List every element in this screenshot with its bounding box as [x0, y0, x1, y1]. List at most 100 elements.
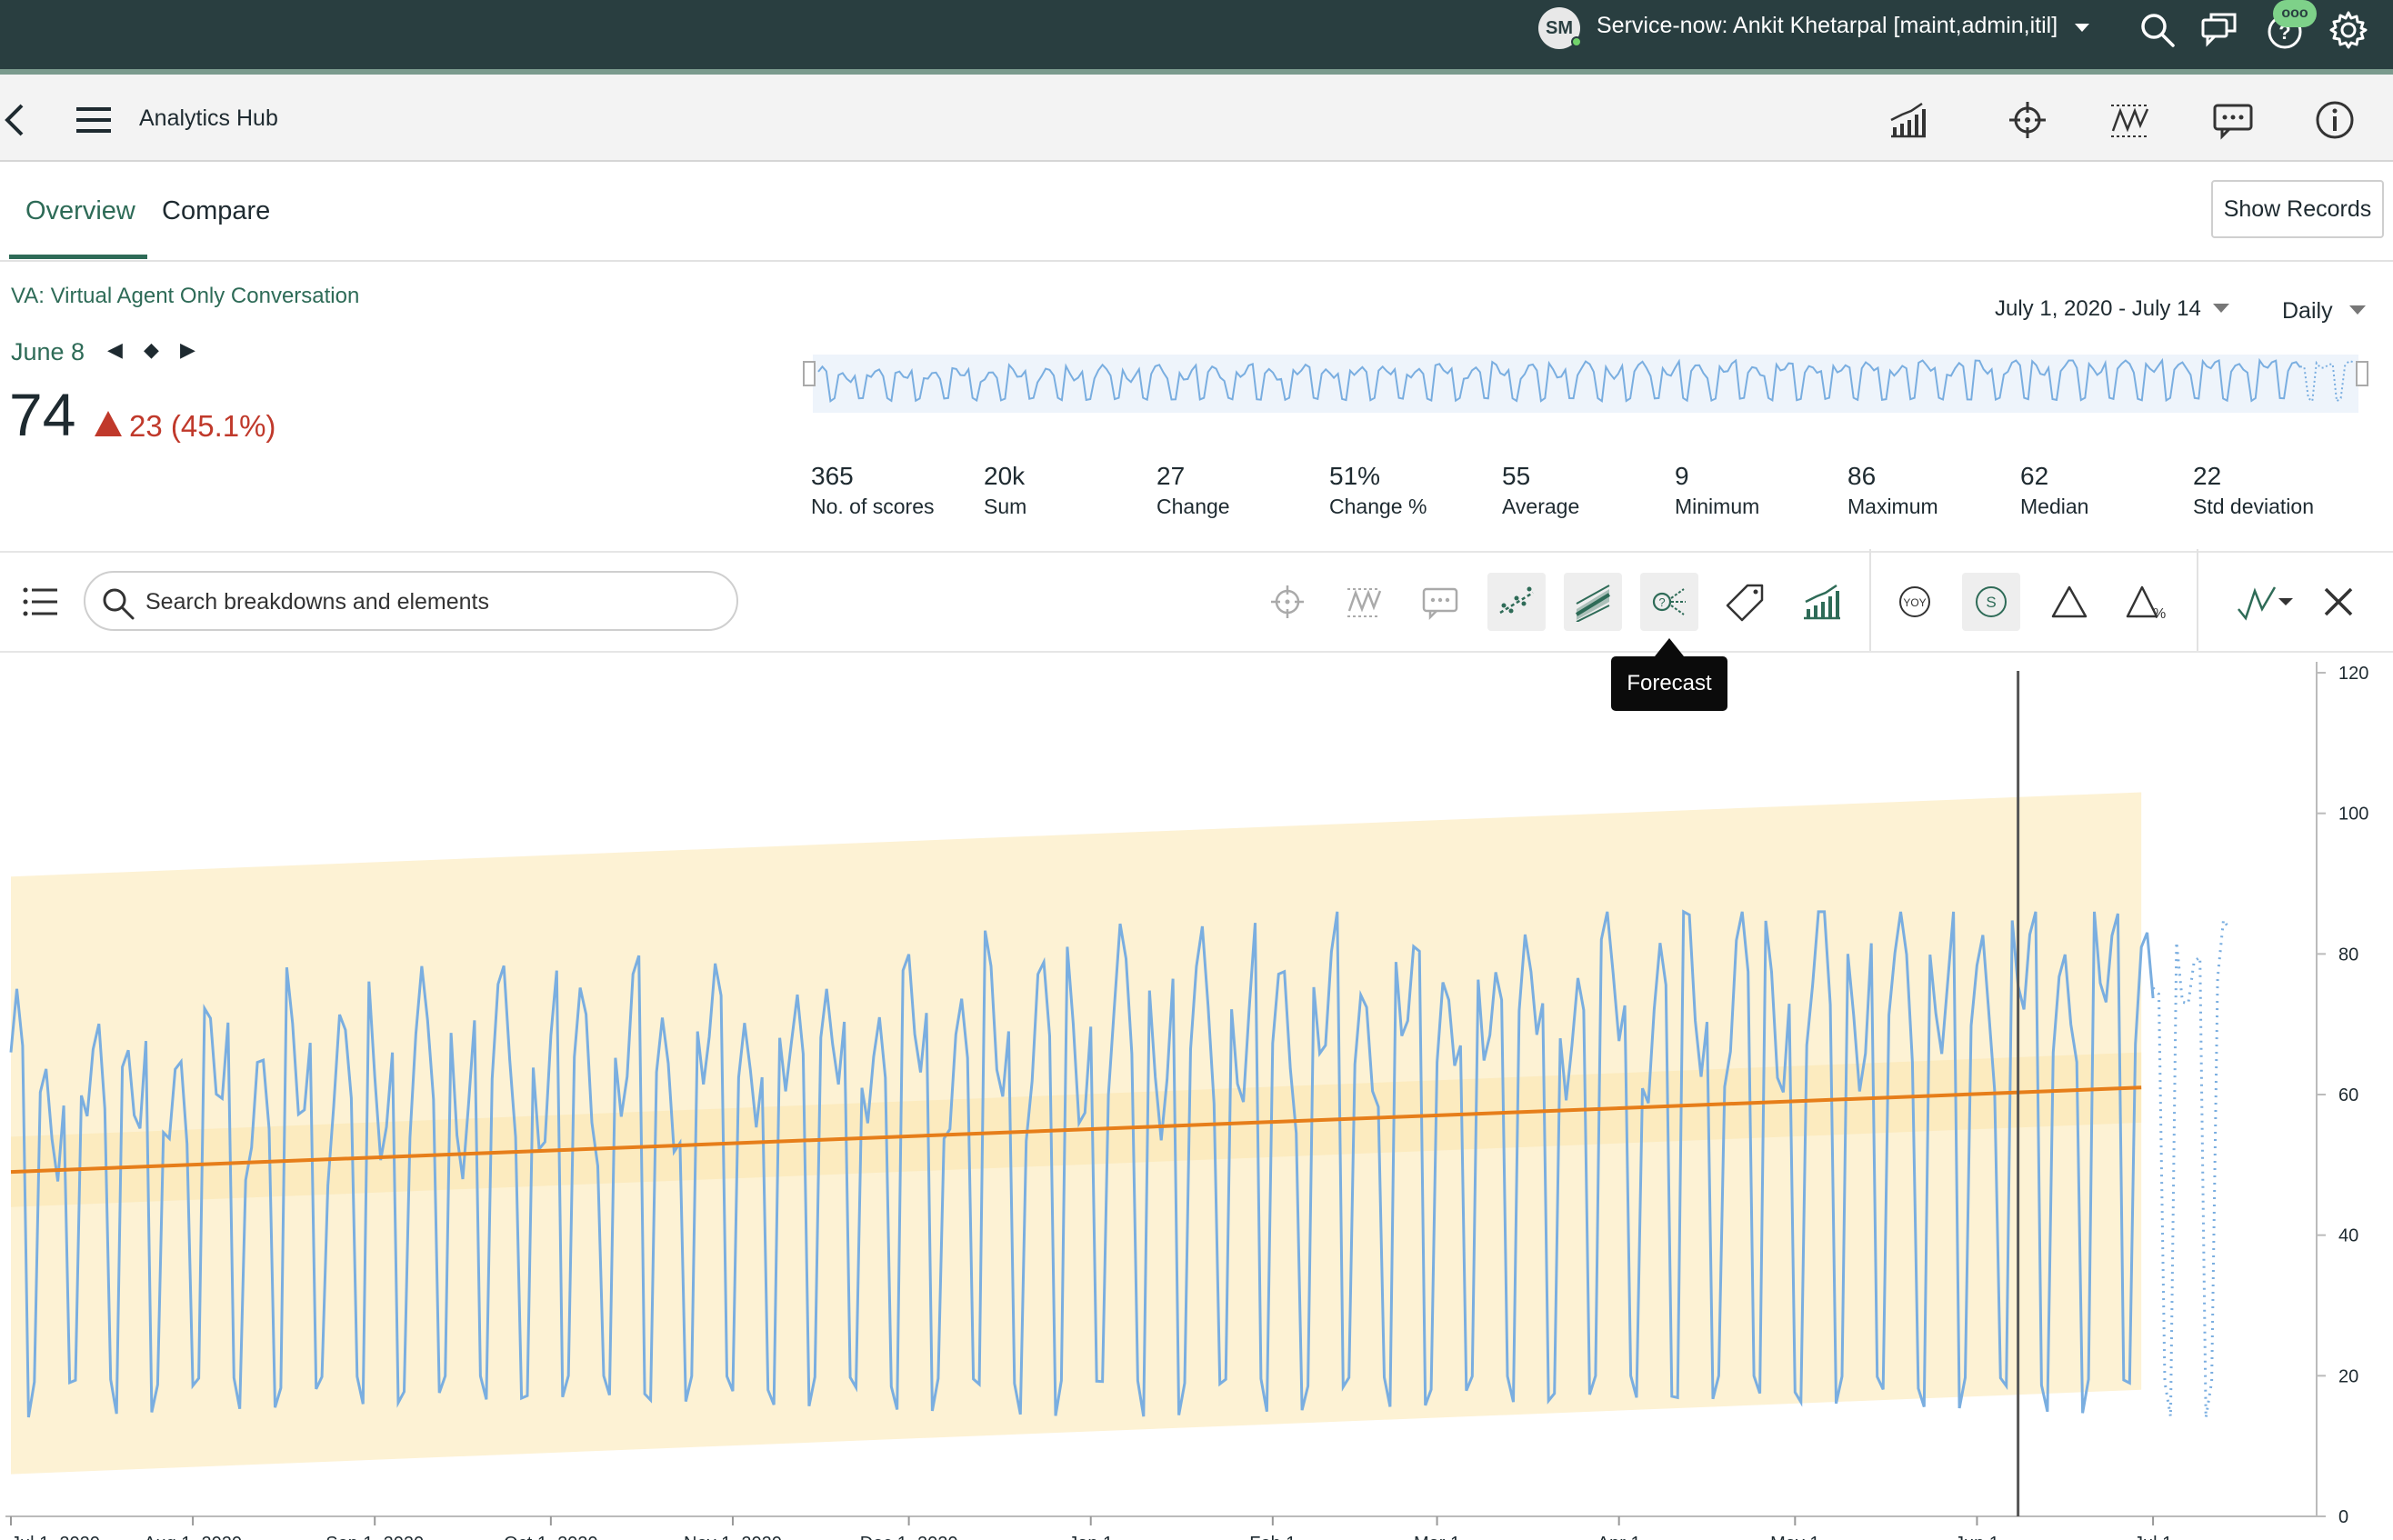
user-menu-label[interactable]: Service-now: Ankit Khetarpal [maint,admi… [1597, 13, 2058, 39]
dollar-icon: S [1976, 586, 2007, 617]
stat-label: Maximum [1847, 495, 1938, 518]
delta-percent-icon: % [2126, 585, 2166, 622]
range-handle-left[interactable] [803, 361, 816, 386]
spark-background [813, 355, 2358, 413]
chat-icon[interactable] [2198, 9, 2240, 51]
chart-type-icon [2238, 586, 2277, 621]
previous-date-arrow[interactable]: ◀ [107, 338, 123, 362]
trend-line-icon [1347, 588, 1382, 617]
stat-label: Change % [1329, 495, 1427, 518]
frequency-select[interactable]: Daily [2282, 298, 2333, 325]
divider [0, 260, 2393, 262]
toolbar-divider [2197, 549, 2198, 651]
show-records-button[interactable]: Show Records [2211, 180, 2384, 238]
delta-tool[interactable] [2040, 573, 2098, 631]
main-chart[interactable]: 0 20 40 60 80 100 120 Jul 1, 2020 Aug 1, 2020 Se… [0, 653, 2393, 1540]
tab-overview[interactable]: Overview [25, 196, 135, 226]
tab-compare[interactable]: Compare [162, 196, 270, 226]
back-icon[interactable] [0, 98, 27, 142]
x-tick-label: Mar 1 [1414, 1534, 1460, 1540]
indicator-name: VA: Virtual Agent Only Conversation [11, 284, 360, 308]
target-tool[interactable] [1258, 573, 1317, 631]
next-date-arrow[interactable]: ▶ [180, 338, 195, 362]
y-tick-label: 60 [2338, 1085, 2358, 1105]
y-tick-label: 20 [2338, 1366, 2358, 1386]
page-title: Analytics Hub [139, 105, 278, 131]
x-tick-label: Jul 1, 2020 [11, 1534, 100, 1540]
delta-percent-tool[interactable]: % [2117, 573, 2175, 631]
tag-icon [1726, 584, 1764, 622]
range-handle-right[interactable] [2356, 361, 2368, 386]
tag-tool[interactable] [1717, 573, 1775, 631]
score-change: 23 (45.1%) [129, 409, 276, 443]
x-tick-label: Oct 1, 2020 [504, 1534, 597, 1540]
stat-std-deviation: 22 Std deviation [2193, 462, 2314, 519]
y-tick-label: 100 [2338, 805, 2368, 825]
stat-value: 62 [2020, 462, 2049, 490]
divider [0, 551, 2393, 553]
stat-label: Change [1156, 495, 1230, 518]
sparkline-range-selector[interactable] [800, 345, 2371, 418]
forecast-tooltip: Forecast [1611, 656, 1727, 711]
list-icon[interactable] [20, 582, 60, 622]
stat-value: 86 [1847, 462, 1877, 490]
y-tick-label: 80 [2338, 945, 2358, 965]
notification-badge[interactable]: ooo [2273, 0, 2317, 27]
stat-label: Average [1502, 495, 1580, 518]
stat-value: 55 [1502, 462, 1531, 490]
stat-maximum: 86 Maximum [1847, 462, 1938, 519]
current-date-diamond[interactable]: ◆ [144, 338, 159, 362]
gear-icon[interactable] [2328, 9, 2369, 51]
stat-change-percent: 51% Change % [1329, 462, 1427, 519]
active-tab-indicator [9, 255, 147, 259]
chevron-down-icon[interactable] [2213, 304, 2229, 313]
y-tick-label: 0 [2338, 1507, 2348, 1527]
target-icon[interactable] [2006, 98, 2049, 142]
stat-minimum: 9 Minimum [1675, 462, 1759, 519]
chevron-down-icon[interactable] [2075, 24, 2089, 32]
chart-type-select[interactable] [2224, 573, 2308, 631]
scatter-trend-icon [1499, 586, 1534, 615]
toolbar-divider [1869, 549, 1871, 651]
comment-icon[interactable] [2211, 98, 2255, 142]
bar-chart-icon [1804, 584, 1840, 620]
stat-label: No. of scores [811, 495, 935, 518]
comment-tool[interactable] [1411, 573, 1469, 631]
x-tick-label: May 1 [1770, 1534, 1819, 1540]
chevron-down-icon[interactable] [2349, 305, 2366, 315]
trend-line-tool[interactable] [1335, 573, 1393, 631]
stat-value: 22 [2193, 462, 2222, 490]
score-value: 74 [9, 381, 76, 448]
stat-no-of-scores: 365 No. of scores [811, 462, 935, 519]
stat-label: Std deviation [2193, 495, 2314, 518]
yoy-icon: YOY [1899, 586, 1930, 617]
search-input[interactable] [145, 585, 709, 618]
menu-icon[interactable] [75, 102, 115, 138]
search-icon [103, 588, 135, 620]
search-icon[interactable] [2137, 9, 2178, 51]
yoy-tool[interactable]: YOY [1886, 573, 1944, 631]
date-range-select[interactable]: July 1, 2020 - July 14 [1995, 296, 2201, 322]
stat-average: 55 Average [1502, 462, 1579, 519]
close-icon [2324, 587, 2353, 616]
up-triangle-icon [95, 411, 122, 436]
tooltip-arrow [1655, 638, 1684, 656]
stat-value: 27 [1156, 462, 1186, 490]
bar-chart-tool[interactable] [1793, 573, 1851, 631]
scatter-trend-tool[interactable] [1487, 573, 1546, 631]
stat-sum: 20k Sum [984, 462, 1026, 519]
forecast-tool[interactable]: ? [1640, 573, 1698, 631]
stat-median: 62 Median [2020, 462, 2088, 519]
dollar-tool[interactable]: S [1962, 573, 2020, 631]
x-tick-label: Jan 1 [1068, 1534, 1113, 1540]
x-axis: Jul 1, 2020 Aug 1, 2020 Sep 1, 2020 Oct 1, … [5, 1515, 2317, 1540]
info-icon[interactable] [2313, 98, 2357, 142]
close-button[interactable] [2309, 573, 2368, 631]
trend-line-icon[interactable] [2108, 98, 2151, 142]
x-tick-label: Feb 1 [1249, 1534, 1296, 1540]
forecast-icon: ? [1652, 588, 1686, 615]
x-tick-label: Nov 1, 2020 [684, 1534, 782, 1540]
bands-tool[interactable] [1564, 573, 1622, 631]
chart-icon[interactable] [1886, 98, 1929, 142]
stat-label: Median [2020, 495, 2089, 518]
